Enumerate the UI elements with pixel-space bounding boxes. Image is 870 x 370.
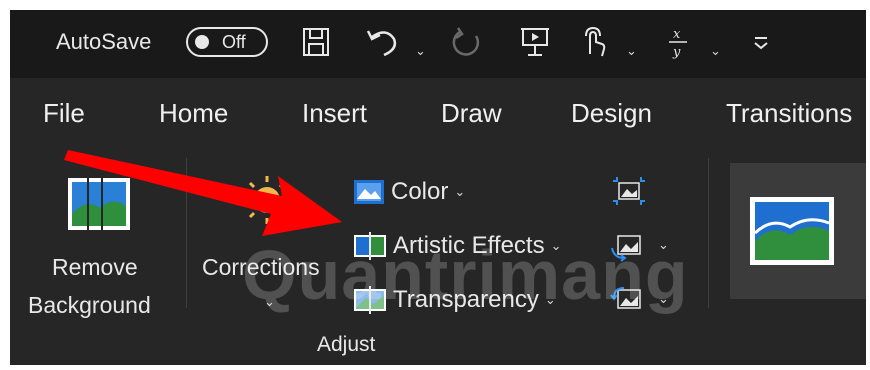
- equation-icon[interactable]: xy: [666, 24, 690, 60]
- tab-transitions[interactable]: Transitions: [726, 98, 852, 129]
- touch-chevron-icon[interactable]: ⌄: [626, 33, 637, 69]
- remove-background-icon: [66, 176, 132, 237]
- touch-mode-icon[interactable]: [578, 24, 608, 60]
- toggle-knob: [195, 35, 209, 49]
- color-label: Color: [391, 178, 449, 205]
- present-icon[interactable]: [520, 24, 550, 60]
- svg-text:y: y: [672, 45, 681, 59]
- picture-style-thumbnail[interactable]: [750, 197, 834, 270]
- remove-background-line2: Background: [28, 292, 151, 318]
- autosave-toggle[interactable]: Off: [186, 27, 268, 57]
- title-bar: AutoSave Off ⌄ ⌄ xy ⌄: [10, 10, 866, 78]
- autosave-state: Off: [222, 32, 246, 52]
- undo-icon[interactable]: [366, 24, 400, 60]
- remove-background-button[interactable]: Remove Background: [20, 148, 180, 323]
- app-window: AutoSave Off ⌄ ⌄ xy ⌄ File Home Insert D…: [10, 10, 866, 365]
- group-separator: [186, 158, 187, 308]
- compress-pictures-icon[interactable]: [612, 176, 646, 211]
- group-separator: [708, 158, 709, 308]
- tab-draw[interactable]: Draw: [441, 98, 502, 129]
- watermark: Quantrimang: [242, 236, 689, 314]
- picture-styles-gallery[interactable]: [730, 163, 866, 299]
- undo-chevron-icon[interactable]: ⌄: [415, 33, 426, 69]
- corrections-icon: [242, 174, 292, 231]
- svg-text:x: x: [673, 27, 681, 42]
- equation-chevron-icon[interactable]: ⌄: [710, 33, 721, 69]
- save-icon[interactable]: [302, 24, 330, 60]
- tab-insert[interactable]: Insert: [302, 98, 367, 129]
- color-icon: [354, 180, 384, 204]
- tab-design[interactable]: Design: [571, 98, 652, 129]
- tab-home[interactable]: Home: [159, 98, 228, 129]
- remove-background-line1: Remove: [52, 254, 138, 280]
- color-button[interactable]: Color ⌄: [353, 178, 465, 206]
- autosave-label: AutoSave: [56, 29, 152, 54]
- color-chevron-icon: ⌄: [454, 184, 466, 199]
- customize-qat-icon[interactable]: [752, 24, 770, 60]
- ribbon-tabs: File Home Insert Draw Design Transitions: [10, 78, 866, 140]
- redo-icon[interactable]: [450, 24, 484, 60]
- adjust-group-label: Adjust: [317, 333, 376, 356]
- tab-file[interactable]: File: [43, 98, 85, 129]
